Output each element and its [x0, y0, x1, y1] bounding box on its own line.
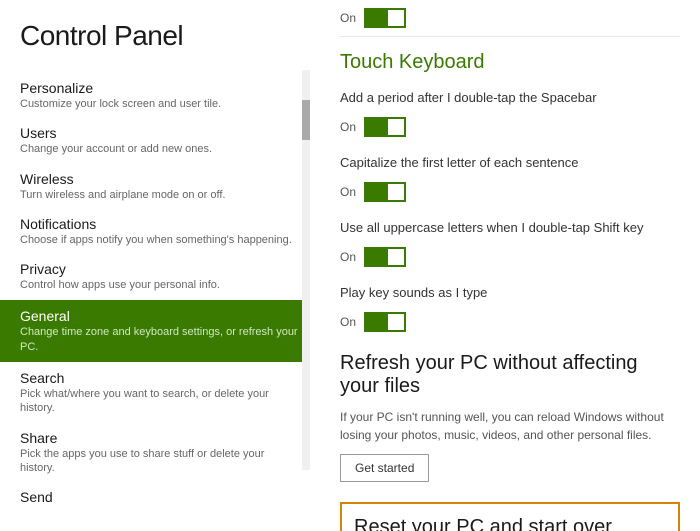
nav-list: Personalize Customize your lock screen a…	[20, 74, 310, 511]
toggle-row-2: On	[340, 241, 680, 273]
sidebar-item-users[interactable]: Users Change your account or add new one…	[20, 119, 310, 162]
sidebar-item-general[interactable]: General Change time zone and keyboard se…	[0, 300, 310, 362]
left-panel: Control Panel Personalize Customize your…	[0, 0, 310, 531]
setting-row-1: Capitalize the first letter of each sent…	[340, 149, 680, 176]
sidebar-item-share[interactable]: Share Pick the apps you use to share stu…	[20, 424, 310, 482]
sidebar-item-wireless[interactable]: Wireless Turn wireless and airplane mode…	[20, 165, 310, 208]
sidebar-item-send[interactable]: Send	[20, 483, 310, 511]
toggle-switch-3[interactable]	[364, 312, 406, 332]
refresh-section-title: Refresh your PC without affecting your f…	[340, 352, 680, 398]
toggle-switch-1[interactable]	[364, 182, 406, 202]
toggle-container-2: On	[340, 247, 406, 267]
refresh-section-description: If your PC isn't running well, you can r…	[340, 408, 680, 444]
sidebar-item-privacy[interactable]: Privacy Control how apps use your person…	[20, 255, 310, 298]
top-setting-row: On	[340, 0, 680, 37]
sidebar-item-personalize[interactable]: Personalize Customize your lock screen a…	[20, 74, 310, 117]
app-title: Control Panel	[20, 20, 310, 52]
touch-keyboard-title: Touch Keyboard	[340, 51, 680, 74]
toggle-row-1: On	[340, 176, 680, 208]
top-toggle-switch[interactable]	[364, 8, 406, 28]
scrollbar-thumb[interactable]	[302, 100, 310, 140]
right-panel: On Touch Keyboard Add a period after I d…	[310, 0, 700, 531]
toggle-switch-0[interactable]	[364, 117, 406, 137]
toggle-row-0: On	[340, 111, 680, 143]
toggle-container-0: On	[340, 117, 406, 137]
sidebar-item-notifications[interactable]: Notifications Choose if apps notify you …	[20, 210, 310, 253]
setting-row-0: Add a period after I double-tap the Spac…	[340, 84, 680, 111]
top-toggle-container: On	[340, 8, 406, 28]
toggle-container-1: On	[340, 182, 406, 202]
toggle-switch-2[interactable]	[364, 247, 406, 267]
toggle-row-3: On	[340, 306, 680, 338]
scrollbar[interactable]	[302, 70, 310, 470]
reset-section-title: Reset your PC and start over	[354, 516, 666, 531]
reset-section: Reset your PC and start over If you are …	[340, 502, 680, 531]
toggle-container-3: On	[340, 312, 406, 332]
refresh-get-started-button[interactable]: Get started	[340, 454, 429, 482]
setting-row-3: Play key sounds as I type	[340, 279, 680, 306]
setting-row-2: Use all uppercase letters when I double-…	[340, 214, 680, 241]
sidebar-item-search[interactable]: Search Pick what/where you want to searc…	[20, 364, 310, 422]
